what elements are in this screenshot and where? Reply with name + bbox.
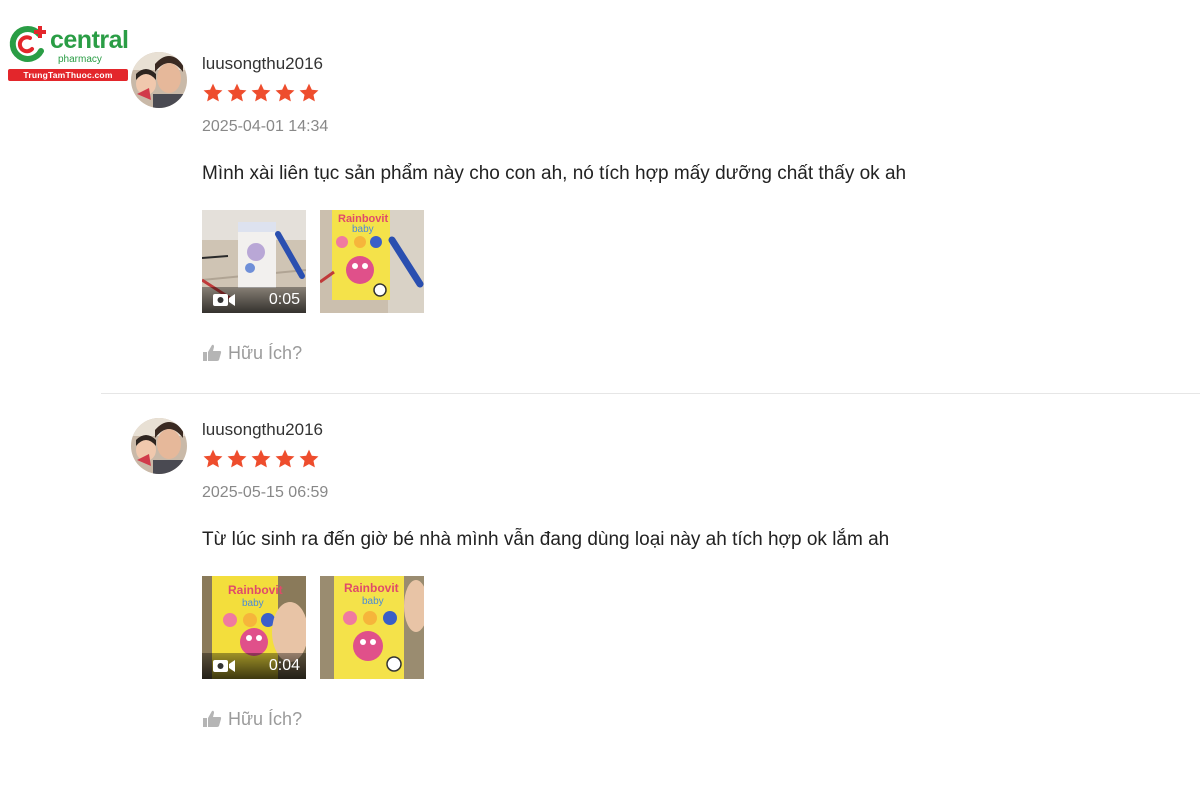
- video-overlay: 0:05: [202, 287, 306, 313]
- avatar[interactable]: [131, 418, 187, 474]
- product-brand-text: Rainbovit: [228, 583, 283, 597]
- star-icon: [203, 83, 223, 102]
- video-thumbnail[interactable]: Rainbovit baby 0:04: [202, 576, 306, 679]
- helpful-button[interactable]: Hữu Ích?: [202, 342, 302, 364]
- pharmacy-cross-icon: [9, 25, 46, 62]
- helpful-button[interactable]: Hữu Ích?: [202, 708, 302, 730]
- helpful-label: Hữu Ích?: [228, 342, 303, 363]
- product-sub-text: baby: [242, 598, 264, 609]
- star-icon: [227, 449, 247, 468]
- star-icon: [299, 83, 319, 102]
- reviewer-username: luusongthu2016: [202, 54, 324, 73]
- avatar[interactable]: [131, 52, 187, 108]
- star-icon: [203, 449, 223, 468]
- video-camera-icon: [213, 660, 235, 672]
- thumbs-up-icon: [203, 344, 222, 361]
- review-media: 0:05 Rainbovit baby: [202, 210, 424, 313]
- rating-stars: [202, 82, 320, 108]
- brand-subtitle: pharmacy: [58, 54, 102, 65]
- thumbs-up-icon: [203, 710, 222, 727]
- helpful-label: Hữu Ích?: [228, 708, 303, 729]
- video-duration: 0:05: [268, 291, 300, 308]
- brand-domain: TrungTamThuoc.com: [8, 69, 128, 81]
- product-sub-text: baby: [352, 224, 374, 235]
- rating-stars: [202, 448, 320, 474]
- video-overlay: 0:04: [202, 653, 306, 679]
- video-thumbnail[interactable]: 0:05: [202, 210, 306, 313]
- review-comment: Mình xài liên tục sản phẩm này cho con a…: [202, 163, 907, 184]
- image-thumbnail[interactable]: Rainbovit baby: [320, 210, 424, 313]
- central-pharmacy-logo[interactable]: central pharmacy TrungTamThuoc.com: [6, 20, 130, 82]
- review-date: 2025-04-01 14:34: [202, 118, 329, 135]
- review-media: Rainbovit baby 0:04 Rainbovit baby: [202, 576, 424, 679]
- star-icon: [299, 449, 319, 468]
- review-comment: Từ lúc sinh ra đến giờ bé nhà mình vẫn đ…: [202, 529, 890, 550]
- star-icon: [275, 449, 295, 468]
- video-duration: 0:04: [268, 657, 300, 674]
- product-sub-text: baby: [362, 596, 384, 607]
- star-icon: [251, 83, 271, 102]
- image-thumbnail[interactable]: Rainbovit baby: [320, 576, 424, 679]
- product-brand-text: Rainbovit: [344, 581, 399, 595]
- star-icon: [275, 83, 295, 102]
- review-date: 2025-05-15 06:59: [202, 484, 329, 501]
- star-icon: [251, 449, 271, 468]
- star-icon: [227, 83, 247, 102]
- brand-name: central: [50, 26, 129, 54]
- review-divider: [101, 393, 1200, 394]
- video-camera-icon: [213, 294, 235, 306]
- reviewer-username: luusongthu2016: [202, 420, 324, 439]
